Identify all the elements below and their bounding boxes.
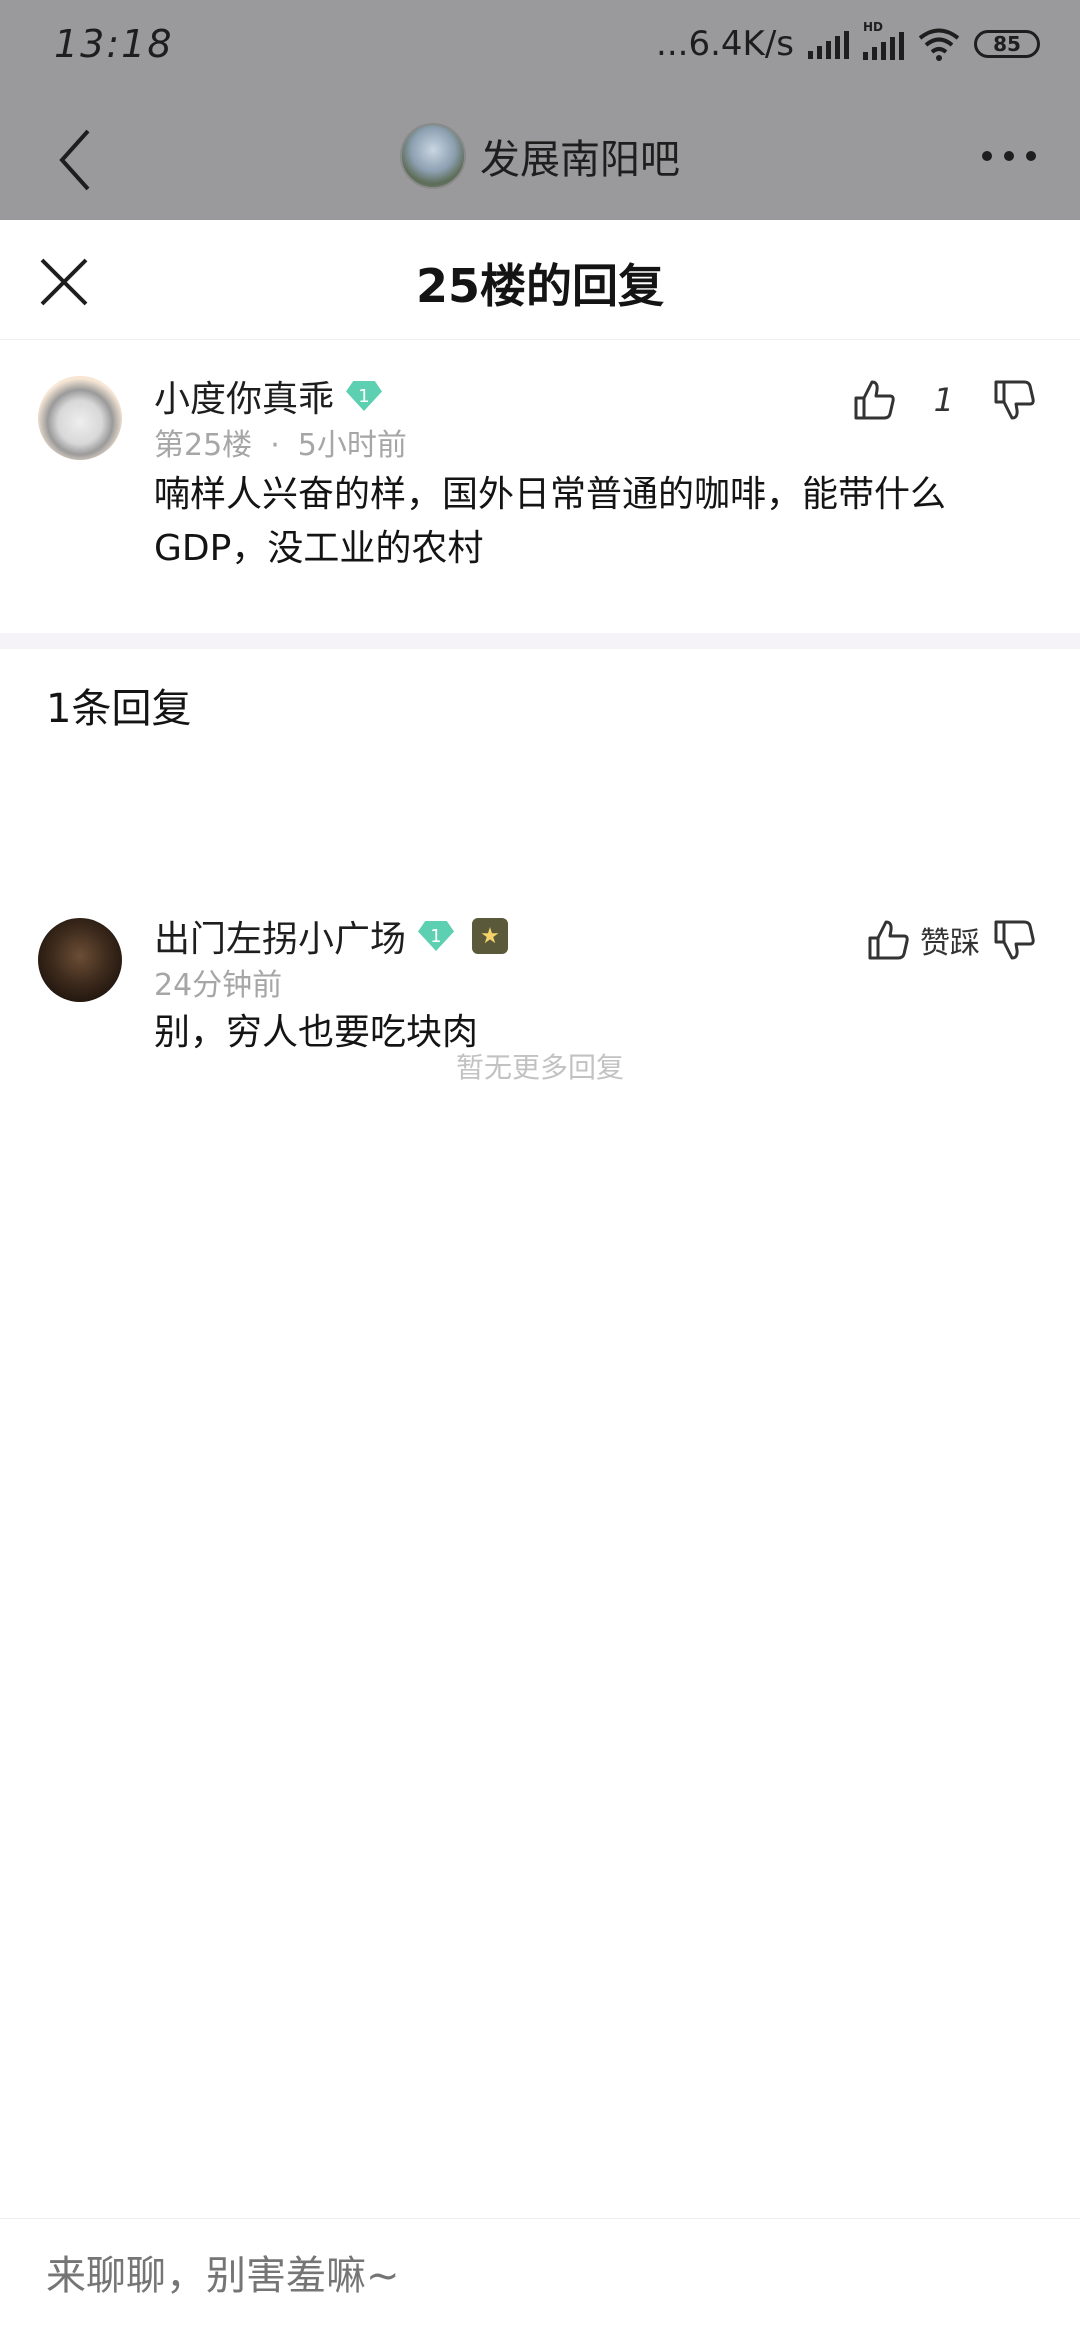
comment-actions: 1 <box>852 378 1036 422</box>
forum-title[interactable]: 发展南阳吧 <box>0 123 1080 189</box>
section-divider <box>0 633 1080 649</box>
status-time: 13:18 <box>54 22 174 66</box>
status-bar: 13:18 ...6.4K/s HD 85 <box>0 0 1080 95</box>
battery-icon: 85 <box>974 30 1040 58</box>
forum-avatar <box>400 123 466 189</box>
forum-name: 发展南阳吧 <box>480 137 680 183</box>
username[interactable]: 小度你真乖 <box>154 370 334 422</box>
forum-nav-bar: 发展南阳吧 <box>0 95 1080 220</box>
sheet-header: 25楼的回复 <box>0 220 1080 340</box>
username[interactable]: 出门左拐小广场 <box>154 910 406 962</box>
thumbs-up-icon[interactable] <box>866 918 910 962</box>
hd-signal-icon: HD <box>863 20 904 60</box>
floor-number: 第25楼 <box>154 428 253 463</box>
like-count: 1 <box>933 381 954 419</box>
reply-count: 1条回复 <box>46 686 192 732</box>
user-line: 小度你真乖 1 <box>154 370 383 422</box>
level-badge: 1 <box>346 381 383 411</box>
level-badge: 1 <box>418 921 455 951</box>
thumbs-down-icon[interactable] <box>992 918 1036 962</box>
vote-label: 赞踩 <box>920 926 980 961</box>
meta-separator: · <box>270 428 280 463</box>
page: 13:18 ...6.4K/s HD 85 发展南阳吧 25楼的回复 小度你真乖… <box>0 0 1080 2340</box>
wifi-icon <box>918 28 960 61</box>
signal-icon <box>808 29 849 59</box>
dimmed-background: 13:18 ...6.4K/s HD 85 发展南阳吧 <box>0 0 1080 220</box>
status-indicators: ...6.4K/s HD 85 <box>656 20 1040 64</box>
sheet-title: 25楼的回复 <box>415 259 664 313</box>
hd-label: HD <box>863 20 884 34</box>
reply-time: 24分钟前 <box>154 968 283 1003</box>
network-speed: ...6.4K/s <box>656 24 794 64</box>
reply-sheet: 25楼的回复 小度你真乖 1 第25楼 · 5小时前 喃样人兴奋的样，国外日常普通的… <box>0 220 1080 2340</box>
no-more-replies: 暂无更多回复 <box>455 1051 624 1084</box>
comment-input-bar <box>0 2218 1080 2340</box>
comment-input[interactable] <box>46 2253 1026 2299</box>
reply-actions: 赞踩 <box>866 918 1036 962</box>
thumbs-down-icon[interactable] <box>992 378 1036 422</box>
medal-badge-icon: ★ <box>472 918 509 954</box>
thumbs-up-icon[interactable] <box>852 378 896 422</box>
comment-meta: 第25楼 · 5小时前 <box>154 420 407 464</box>
post-time: 5小时前 <box>297 428 407 463</box>
more-icon[interactable] <box>982 151 1036 161</box>
avatar[interactable] <box>38 918 122 1002</box>
avatar[interactable] <box>38 376 122 460</box>
user-line: 出门左拐小广场 1 ★ <box>154 910 509 962</box>
comment-content: 喃样人兴奋的样，国外日常普通的咖啡，能带什么GDP，没工业的农村 <box>154 474 947 569</box>
